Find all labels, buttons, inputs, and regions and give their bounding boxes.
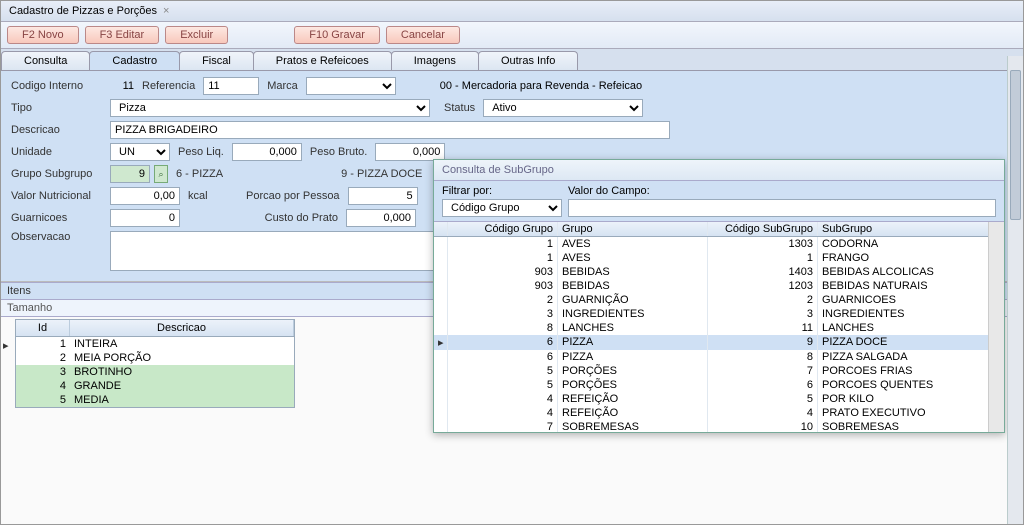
tab-fiscal[interactable]: Fiscal [179,51,254,70]
valor-label: Valor do Campo: [568,185,996,197]
table-row[interactable]: 903BEBIDAS1403BEBIDAS ALCOLICAS [434,265,1004,279]
toolbar: F2 Novo F3 Editar Excluir F10 Gravar Can… [1,22,1023,49]
editar-button[interactable]: F3 Editar [85,26,160,44]
grupo-label: Grupo Subgrupo [11,168,106,180]
table-row[interactable]: 1AVES1FRANGO [434,251,1004,265]
porcao-input[interactable] [348,187,418,205]
filtrar-label: Filtrar por: [442,185,562,197]
valor-input[interactable] [568,199,996,217]
table-row[interactable]: 4REFEIÇÃO5POR KILO [434,392,1004,406]
table-row[interactable]: 903BEBIDAS1203BEBIDAS NATURAIS [434,279,1004,293]
tab-bar: Consulta Cadastro Fiscal Pratos e Refeic… [1,49,1023,71]
titlebar: Cadastro de Pizzas e Porções × [1,1,1023,22]
table-row[interactable]: 5MEDIA [16,393,294,407]
table-row[interactable]: 2MEIA PORÇÃO [16,351,294,365]
scrollbar[interactable] [988,222,1004,432]
table-row[interactable]: 3INGREDIENTES3INGREDIENTES [434,307,1004,321]
tab-outras[interactable]: Outras Info [478,51,578,70]
descricao-input[interactable] [110,121,670,139]
referencia-label: Referencia [142,80,195,92]
table-row[interactable]: ▸6PIZZA9PIZZA DOCE [434,335,1004,350]
filtrar-select[interactable]: Código Grupo [442,199,562,217]
table-row[interactable]: 1AVES1303CODORNA [434,237,1004,251]
table-row[interactable]: 5PORÇÕES7PORCOES FRIAS [434,364,1004,378]
col-desc: Descricao [70,320,294,336]
table-row[interactable]: 4REFEIÇÃO4PRATO EXECUTIVO [434,406,1004,420]
codigo-label: Codigo Interno [11,80,106,92]
obs-label: Observacao [11,231,106,243]
custo-label: Custo do Prato [188,212,338,224]
col-id: Id [16,320,70,336]
table-row[interactable]: 7SOBREMESAS10SOBREMESAS [434,420,1004,432]
table-row[interactable]: 5PORÇÕES6PORCOES QUENTES [434,378,1004,392]
grupo-input[interactable] [110,165,150,183]
excluir-button[interactable]: Excluir [165,26,228,44]
custo-input[interactable] [346,209,416,227]
table-row[interactable]: 3BROTINHO [16,365,294,379]
pesoliq-input[interactable] [232,143,302,161]
tab-imagens[interactable]: Imagens [391,51,479,70]
tab-pratos[interactable]: Pratos e Refeicoes [253,51,392,70]
table-row[interactable]: 2GUARNIÇÃO2GUARNICOES [434,293,1004,307]
novo-button[interactable]: F2 Novo [7,26,79,44]
marca-label: Marca [267,80,298,92]
kcal-label: kcal [188,190,208,202]
table-row[interactable]: 6PIZZA8PIZZA SALGADA [434,350,1004,364]
table-row[interactable]: 8LANCHES11LANCHES [434,321,1004,335]
mercadoria-text: 00 - Mercadoria para Revenda - Refeicao [440,80,642,92]
grupo-desc: 6 - PIZZA [176,168,223,180]
pcol-cs: Código SubGrupo [708,222,818,236]
porcao-label: Porcao por Pessoa [220,190,340,202]
tipo-select[interactable]: Pizza [110,99,430,117]
main-scrollbar[interactable] [1007,56,1023,524]
status-label: Status [444,102,475,114]
pesoliq-label: Peso Liq. [178,146,224,158]
tab-consulta[interactable]: Consulta [1,51,90,70]
guarn-input[interactable] [110,209,180,227]
cancelar-button[interactable]: Cancelar [386,26,460,44]
guarn-label: Guarnicoes [11,212,106,224]
codigo-value: 11 [110,80,134,92]
unidade-select[interactable]: UN [110,143,170,161]
row-marker-icon: ▸ [3,339,9,352]
window-title: Cadastro de Pizzas e Porções [9,5,157,17]
descricao-label: Descricao [11,124,106,136]
table-row[interactable]: 1INTEIRA [16,337,294,351]
marca-select[interactable] [306,77,396,95]
lookup-icon[interactable]: ⌕ [154,165,168,183]
tamanho-grid[interactable]: Id Descricao 1INTEIRA2MEIA PORÇÃO3BROTIN… [15,319,295,408]
pesobruto-label: Peso Bruto. [310,146,367,158]
popup-grid[interactable]: Código Grupo Grupo Código SubGrupo SubGr… [434,222,1004,432]
gravar-button[interactable]: F10 Gravar [294,26,380,44]
subgrupo-desc: 9 - PIZZA DOCE [341,168,422,180]
status-select[interactable]: Ativo [483,99,643,117]
unidade-label: Unidade [11,146,106,158]
valnut-label: Valor Nutricional [11,190,106,202]
close-icon[interactable]: × [163,5,169,17]
tipo-label: Tipo [11,102,106,114]
pcol-g: Grupo [558,222,708,236]
valnut-input[interactable] [110,187,180,205]
referencia-input[interactable] [203,77,259,95]
pcol-s: SubGrupo [818,222,1004,236]
popup-title: Consulta de SubGrupo [434,160,1004,181]
tab-cadastro[interactable]: Cadastro [89,51,180,70]
table-row[interactable]: 4GRANDE [16,379,294,393]
pcol-cg: Código Grupo [448,222,558,236]
subgrupo-popup: Consulta de SubGrupo Filtrar por: Código… [433,159,1005,433]
